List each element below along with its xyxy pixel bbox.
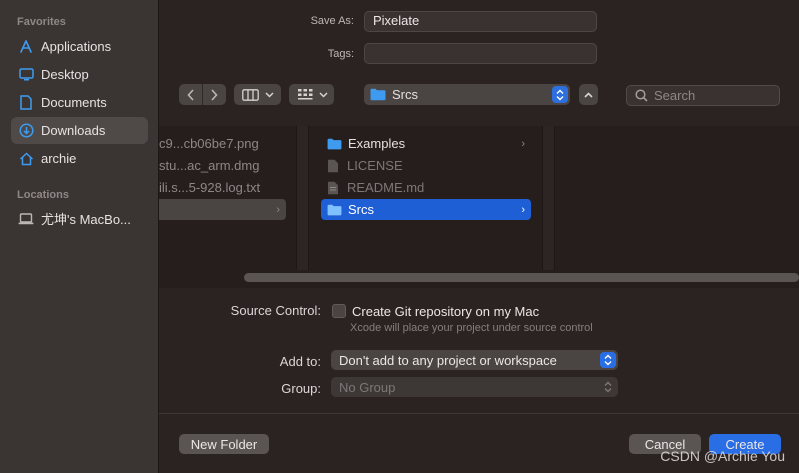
list-item-readme[interactable]: README.md	[321, 177, 531, 198]
chevron-right-icon: ›	[521, 137, 525, 150]
chevron-down-icon	[265, 91, 274, 98]
sidebar-item-home[interactable]: archie	[11, 145, 148, 172]
downloads-icon	[18, 123, 34, 139]
git-checkbox-label[interactable]: Create Git repository on my Mac	[352, 304, 539, 319]
file-icon	[328, 159, 338, 172]
footer-divider	[159, 413, 799, 414]
source-control-label: Source Control:	[230, 303, 321, 318]
chevron-right-icon: ›	[276, 203, 280, 216]
sidebar-item-label: archie	[41, 151, 77, 166]
sidebar-item-applications[interactable]: Applications	[11, 33, 148, 60]
chevron-up-icon	[584, 91, 593, 98]
search-placeholder: Search	[654, 88, 696, 103]
list-item-selected[interactable]: ›	[159, 199, 286, 220]
view-mode-button[interactable]	[234, 84, 281, 105]
git-hint: Xcode will place your project under sour…	[350, 322, 593, 334]
browser-column-2: Examples › LICENSE README.md Srcs ›	[309, 126, 542, 270]
sidebar-item-desktop[interactable]: Desktop	[11, 61, 148, 88]
location-label: Srcs	[392, 87, 418, 102]
watermark: CSDN @Archie You	[660, 448, 785, 464]
sidebar-item-label: Documents	[41, 95, 107, 110]
file-browser: c9...cb06be7.png stu...ac_arm.dmg ili.s.…	[159, 126, 799, 288]
folder-icon	[370, 88, 386, 101]
desktop-icon	[18, 67, 34, 83]
up-down-chevron-icon	[604, 381, 612, 393]
sidebar-item-macbook[interactable]: 尤坤's MacBo...	[11, 205, 148, 232]
tags-label: Tags:	[327, 48, 354, 60]
column-resize-handle[interactable]	[296, 126, 309, 270]
sidebar-item-label: 尤坤's MacBo...	[41, 212, 131, 227]
list-item-label: Examples	[348, 136, 406, 151]
add-to-label: Add to:	[279, 354, 321, 369]
locations-header: Locations	[17, 189, 69, 201]
add-to-stepper	[600, 352, 616, 368]
chevron-right-icon: ›	[521, 203, 525, 216]
back-forward-control	[179, 84, 226, 105]
git-repository-checkbox[interactable]	[332, 304, 346, 318]
list-item[interactable]: c9...cb06be7.png	[159, 133, 259, 154]
search-icon	[635, 89, 648, 102]
markdown-file-icon	[328, 181, 338, 194]
group-label: Group:	[281, 381, 321, 396]
list-item-license[interactable]: LICENSE	[321, 155, 531, 176]
column-resize-handle[interactable]	[542, 126, 555, 270]
columns-view-icon	[242, 88, 259, 101]
forward-button[interactable]	[202, 84, 225, 105]
list-item-examples[interactable]: Examples ›	[321, 133, 531, 154]
home-icon	[18, 151, 34, 167]
collapse-button[interactable]	[579, 84, 598, 105]
list-item[interactable]: ili.s...5-928.log.txt	[159, 177, 260, 198]
save-as-field[interactable]: Pixelate	[364, 11, 597, 32]
list-item-srcs[interactable]: Srcs ›	[321, 199, 531, 220]
location-popup[interactable]: Srcs	[364, 84, 570, 105]
list-item[interactable]: stu...ac_arm.dmg	[159, 155, 259, 176]
folder-icon	[327, 204, 342, 215]
sidebar-item-downloads[interactable]: Downloads	[11, 117, 148, 144]
list-item-label: Srcs	[348, 202, 374, 217]
location-stepper	[552, 86, 568, 103]
up-down-chevron-icon	[604, 354, 612, 366]
chevron-right-icon	[211, 88, 218, 101]
group-by-button[interactable]	[289, 84, 334, 105]
list-item-label: README.md	[347, 180, 425, 195]
laptop-icon	[18, 211, 34, 227]
group-select[interactable]: No Group	[331, 377, 618, 397]
up-down-chevron-icon	[556, 89, 564, 100]
list-item-label: LICENSE	[347, 158, 403, 173]
sidebar-item-label: Desktop	[41, 67, 89, 82]
save-as-label: Save As:	[310, 15, 354, 27]
browser-column-3	[555, 126, 799, 270]
group-stepper	[600, 379, 616, 395]
tags-field[interactable]	[364, 43, 597, 64]
new-folder-button[interactable]: New Folder	[179, 434, 269, 454]
folder-icon	[327, 138, 342, 149]
applications-icon	[18, 39, 34, 55]
browser-column-1: c9...cb06be7.png stu...ac_arm.dmg ili.s.…	[159, 126, 296, 270]
chevron-left-icon	[186, 88, 194, 101]
chevron-down-icon	[319, 91, 328, 98]
sidebar-item-label: Applications	[41, 39, 112, 54]
back-button[interactable]	[179, 84, 202, 105]
add-to-select[interactable]: Don't add to any project or workspace	[331, 350, 618, 370]
grid-icon	[298, 88, 313, 99]
sidebar: Favorites Applications Desktop Documents…	[0, 0, 159, 473]
sidebar-item-label: Downloads	[41, 123, 106, 138]
document-icon	[18, 95, 34, 111]
favorites-header: Favorites	[17, 16, 66, 28]
horizontal-scrollbar[interactable]	[244, 273, 799, 282]
sidebar-item-documents[interactable]: Documents	[11, 89, 148, 116]
search-field[interactable]: Search	[626, 85, 780, 106]
group-value: No Group	[339, 379, 396, 395]
add-to-value: Don't add to any project or workspace	[339, 352, 557, 368]
